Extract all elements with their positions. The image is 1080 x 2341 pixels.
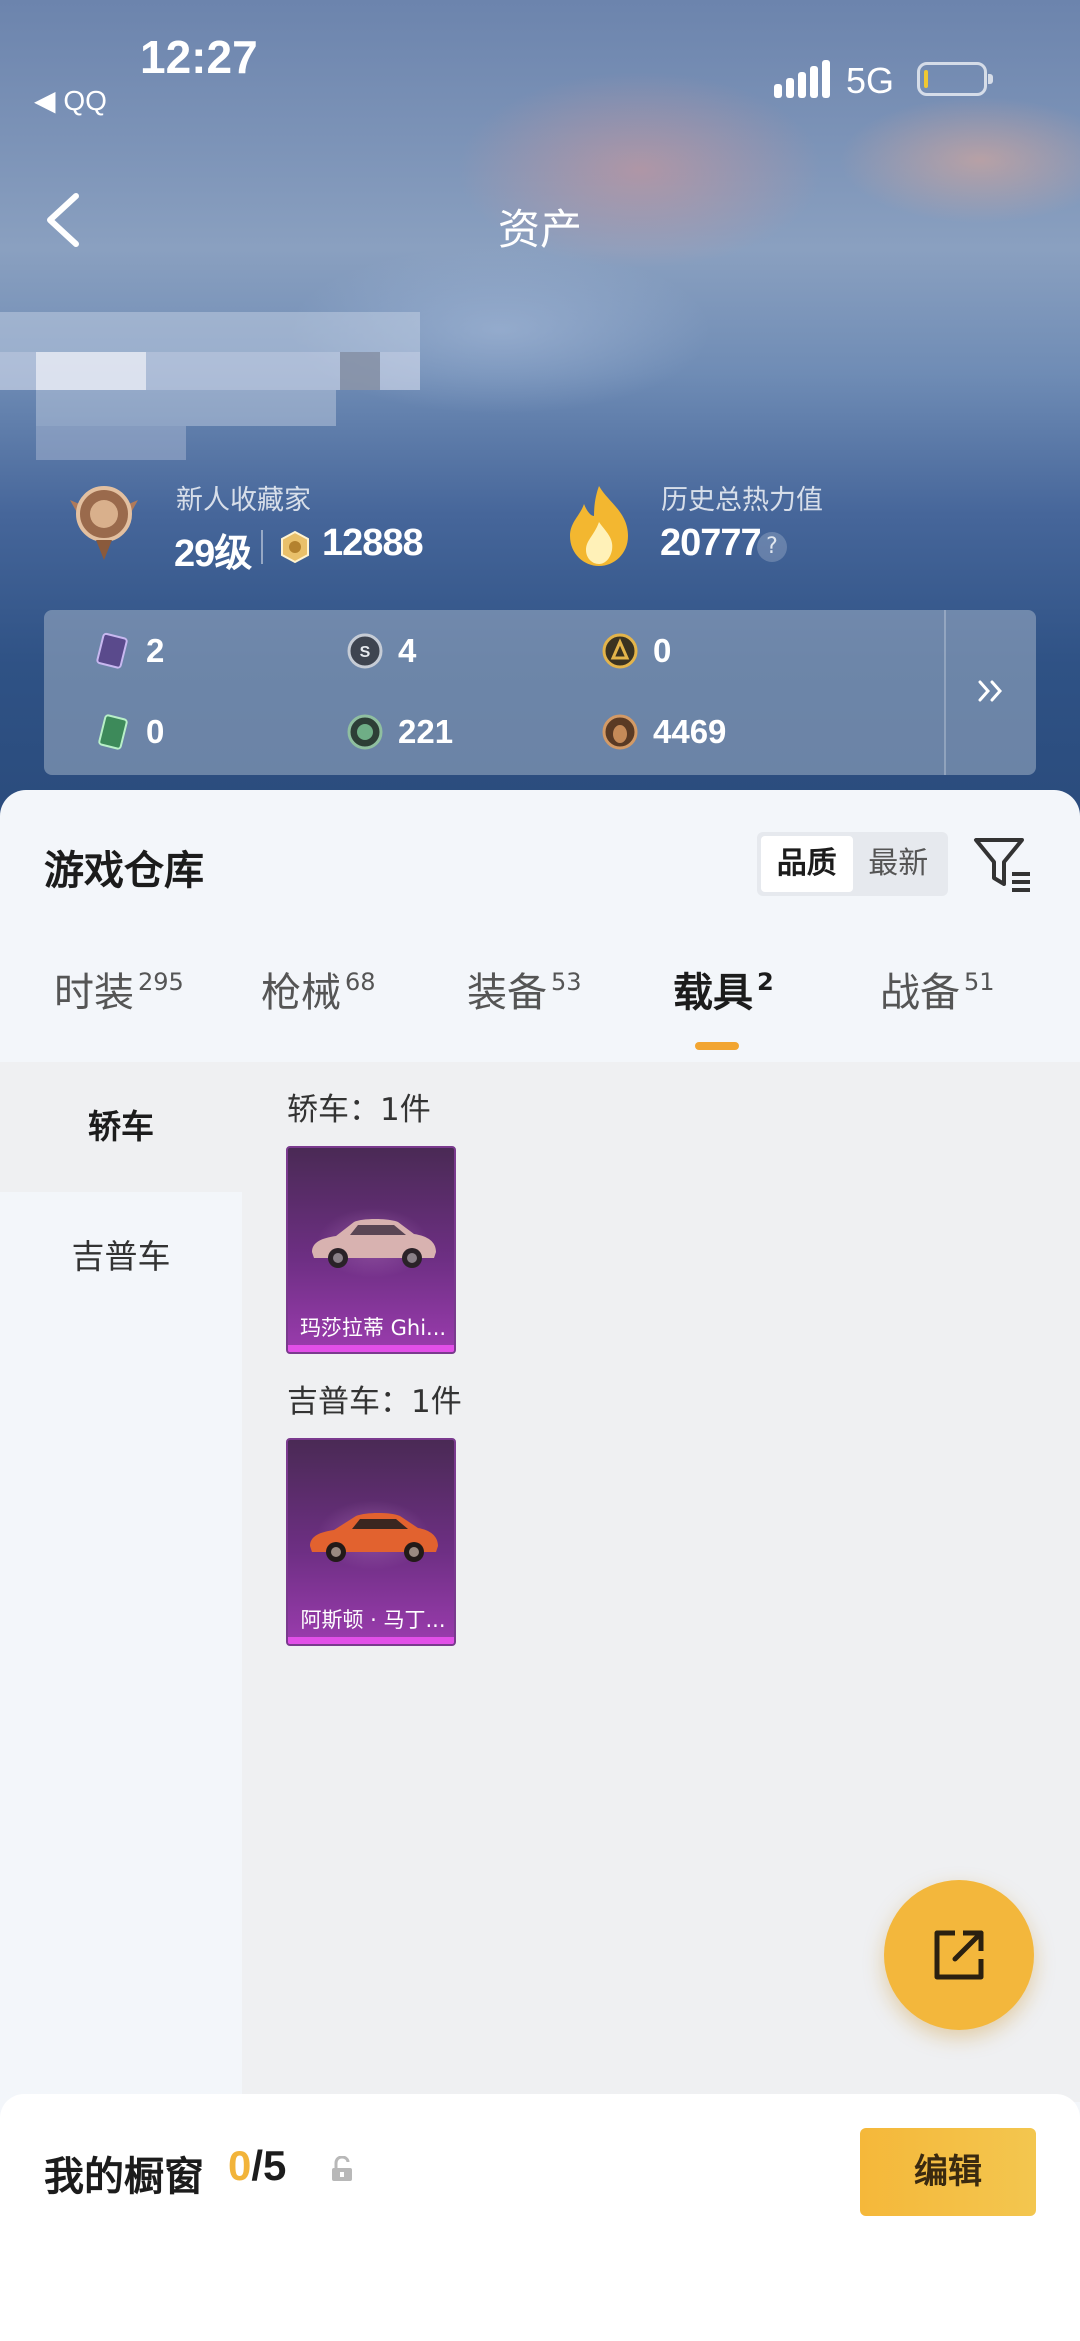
fire-icon	[570, 486, 628, 566]
tab-count: 295	[138, 967, 184, 996]
silver-token-icon: S	[347, 633, 383, 669]
tab-fashion[interactable]: 时装 295	[54, 960, 184, 1018]
currency-value: 4469	[653, 713, 727, 750]
showcase-footer: 我的橱窗 0/5 编辑	[0, 2094, 1080, 2341]
lock-icon	[332, 2156, 352, 2181]
status-bar: 12:27 ◀ QQ 5G	[0, 0, 1080, 120]
currency-value: 4	[398, 632, 417, 669]
currency-value: 0	[653, 632, 672, 669]
help-icon[interactable]: ?	[757, 532, 787, 562]
tab-label: 战备	[880, 970, 960, 1016]
tab-gear[interactable]: 战备 51	[880, 960, 995, 1018]
showcase-count: 0/5	[228, 2142, 286, 2190]
item-name: 阿斯顿 · 马丁...	[300, 1608, 446, 1632]
showcase-title: 我的橱窗	[44, 2154, 204, 2200]
network-label: 5G	[846, 60, 895, 101]
stat-divider	[261, 530, 263, 564]
currency-item: 4469	[601, 710, 726, 754]
group-label: 吉普车：1件	[287, 1384, 462, 1420]
sedan-car-icon	[312, 1219, 436, 1268]
tab-vehicles[interactable]: 载具 2	[673, 960, 774, 1018]
tab-label: 枪械	[261, 970, 341, 1016]
collector-coin-icon	[281, 530, 309, 564]
currency-item: S 4	[346, 629, 416, 673]
filter-icon[interactable]	[972, 834, 1034, 896]
green-card-icon	[98, 714, 128, 750]
back-to-app-link[interactable]: ◀ QQ	[34, 84, 107, 117]
currency-item: 0	[94, 710, 164, 754]
showcase-total: /5	[251, 2142, 287, 2189]
currency-value: 2	[146, 632, 165, 669]
tab-weapons[interactable]: 枪械 68	[261, 960, 376, 1018]
panel-separator	[944, 610, 946, 775]
svg-text:S: S	[360, 644, 371, 661]
share-button[interactable]	[884, 1880, 1034, 2030]
currency-panel[interactable]	[44, 610, 1036, 775]
active-tab-indicator	[695, 1042, 739, 1050]
subcategory-sidebar: 轿车 吉普车	[0, 1062, 242, 2102]
purple-card-icon	[96, 632, 128, 669]
rarity-bar	[288, 1345, 454, 1352]
page-title: 资产	[497, 205, 582, 254]
tab-count: 53	[551, 967, 582, 996]
currency-item: 221	[346, 710, 453, 754]
vehicle-card[interactable]: 玛莎拉蒂 Ghi...	[286, 1146, 456, 1354]
gold-token-icon	[602, 633, 638, 669]
bronze-bag-icon	[602, 714, 638, 750]
sort-toggle: 品质 最新	[757, 832, 948, 896]
rank-title: 新人收藏家	[176, 485, 311, 516]
tab-count: 2	[757, 967, 774, 996]
item-name: 玛莎拉蒂 Ghi...	[299, 1316, 447, 1340]
tab-label: 载具	[673, 970, 753, 1016]
currency-value: 221	[398, 713, 454, 750]
tab-count: 51	[964, 967, 995, 996]
share-icon	[934, 1930, 984, 1980]
sort-quality-option[interactable]: 品质	[761, 836, 853, 892]
currency-value: 0	[146, 713, 165, 750]
battery-icon	[917, 62, 993, 96]
sidebar-item-jeep[interactable]: 吉普车	[0, 1192, 242, 1322]
currency-item: 2	[94, 629, 164, 673]
sidebar-item-sedan[interactable]: 轿车	[0, 1062, 242, 1192]
double-chevron-right-icon[interactable]	[976, 676, 1006, 706]
tab-count: 68	[345, 967, 376, 996]
level-value: 29级	[174, 533, 252, 575]
warehouse-title: 游戏仓库	[44, 848, 204, 894]
sports-car-icon	[310, 1513, 438, 1562]
heat-title: 历史总热力值	[661, 485, 823, 516]
tab-label: 时装	[54, 970, 134, 1016]
currency-item: 0	[601, 629, 671, 673]
green-orb-icon	[347, 714, 383, 750]
sort-latest-option[interactable]: 最新	[853, 836, 945, 892]
tab-label: 装备	[467, 970, 547, 1016]
heat-value: 20777	[660, 522, 762, 564]
coin-value: 12888	[322, 522, 424, 564]
clock: 12:27	[140, 31, 258, 83]
vehicle-card[interactable]: 阿斯顿 · 马丁...	[286, 1438, 456, 1646]
group-label: 轿车：1件	[287, 1092, 431, 1128]
edit-button[interactable]: 编辑	[860, 2128, 1036, 2216]
signal-icon	[774, 60, 830, 98]
rarity-bar	[288, 1637, 454, 1644]
showcase-current: 0	[228, 2142, 252, 2189]
tab-equipment[interactable]: 装备 53	[467, 960, 582, 1018]
category-tabs: 时装 295 枪械 68 装备 53 载具 2 战备 51	[0, 940, 1080, 1040]
collector-badge-icon	[70, 486, 138, 560]
